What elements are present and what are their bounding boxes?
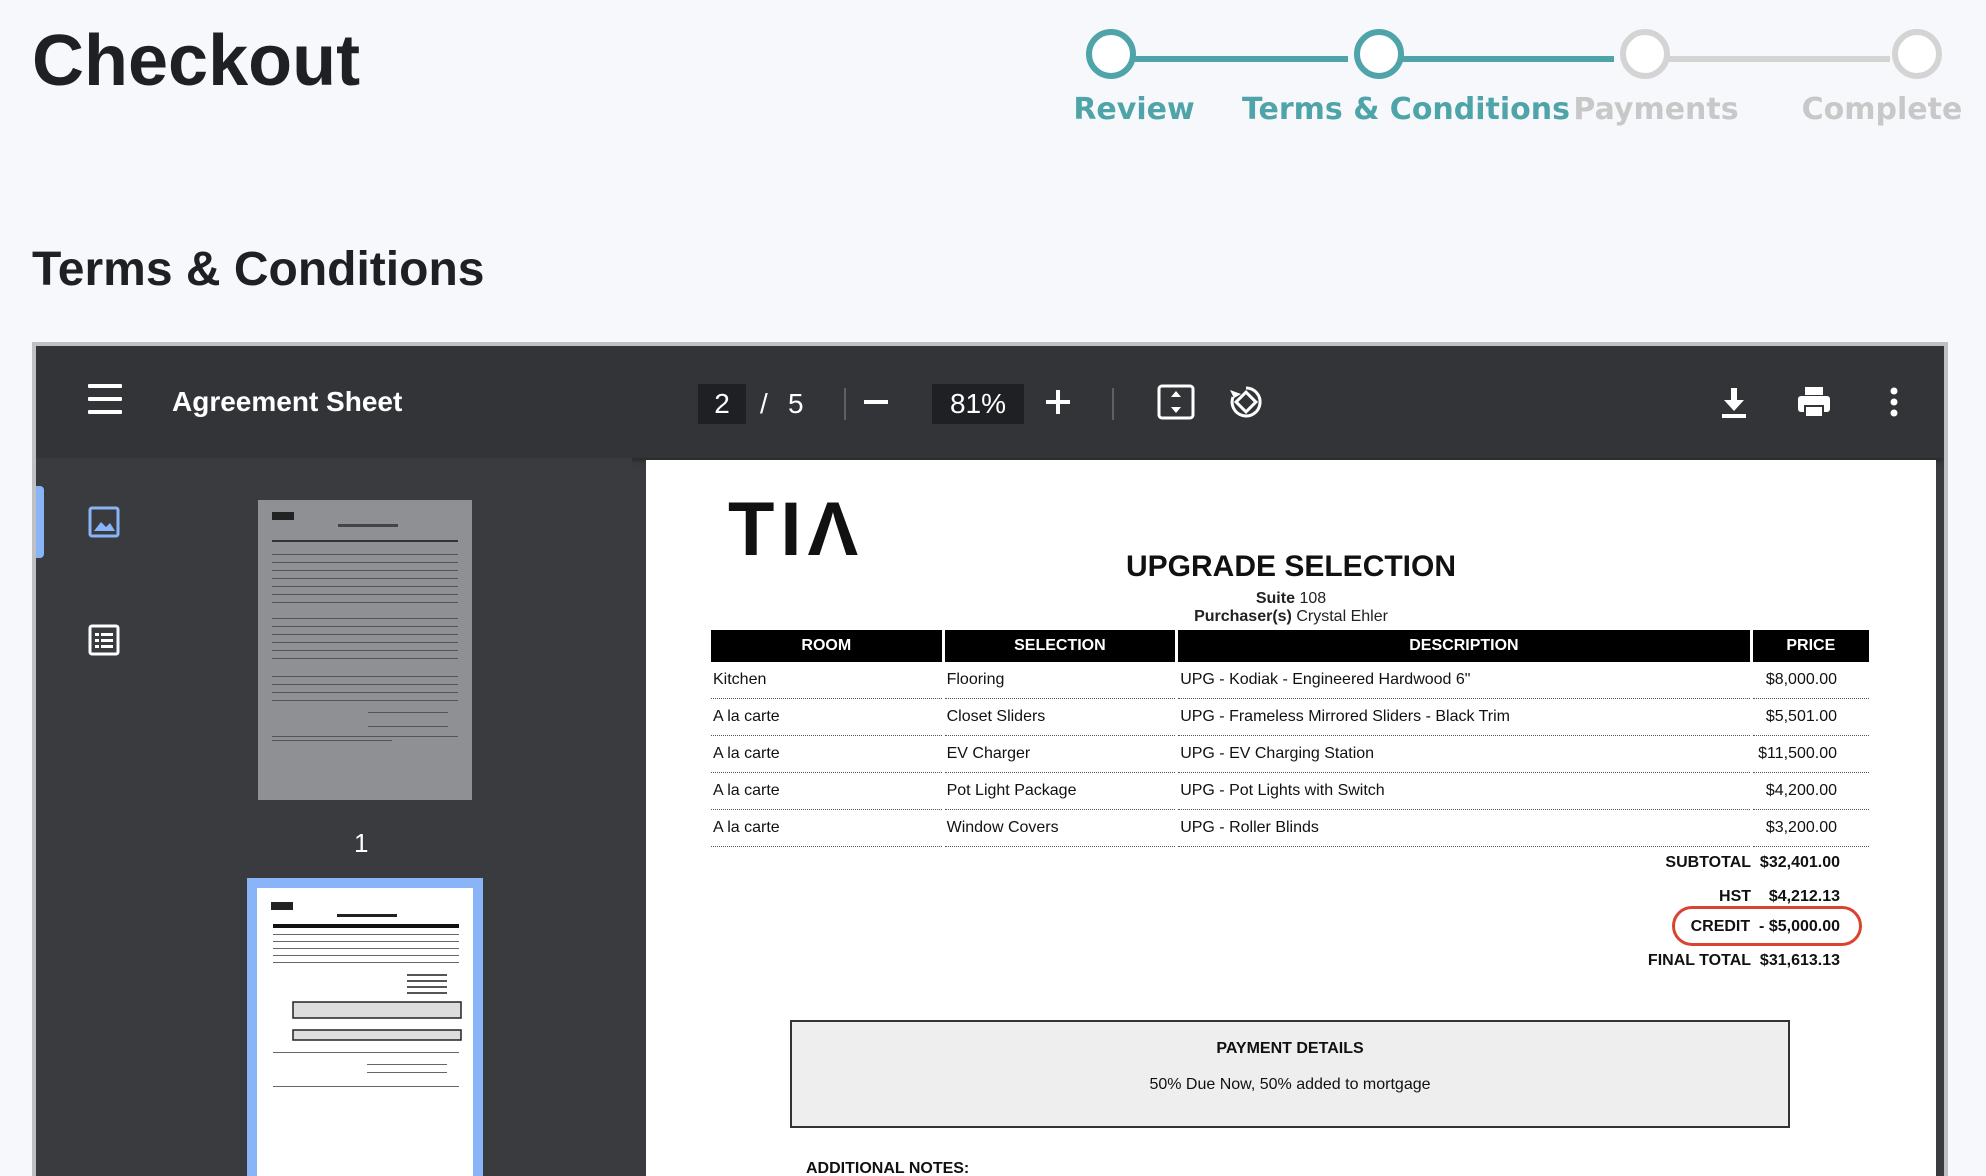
document-heading: UPGRADE SELECTION bbox=[1125, 550, 1457, 583]
menu-icon[interactable] bbox=[88, 384, 122, 414]
outline-icon[interactable] bbox=[86, 622, 122, 658]
pdf-page: TIΛ UPGRADE SELECTION Suite 108 Purchase… bbox=[646, 460, 1936, 1176]
zoom-out-icon[interactable] bbox=[854, 380, 898, 424]
step-circle-complete bbox=[1892, 29, 1942, 79]
cell-description: UPG - Pot Lights with Switch bbox=[1178, 773, 1750, 810]
checkout-stepper: Review Terms & Conditions Payments Compl… bbox=[1073, 24, 1963, 134]
page-title: Checkout bbox=[32, 21, 361, 101]
step-connector bbox=[1130, 56, 1348, 62]
subtotal-line: SUBTOTAL $32,401.00 bbox=[1665, 854, 1840, 872]
column-header-description: DESCRIPTION bbox=[1178, 630, 1750, 662]
hst-line: HST $4,212.13 bbox=[1719, 888, 1840, 906]
toolbar-divider bbox=[844, 388, 846, 420]
column-header-price: PRICE bbox=[1752, 630, 1869, 662]
document-title: Agreement Sheet bbox=[172, 386, 403, 417]
page-thumbnail-2 bbox=[257, 888, 473, 1176]
purchaser-value: Crystal Ehler bbox=[1296, 608, 1388, 625]
cell-description: UPG - Kodiak - Engineered Hardwood 6" bbox=[1178, 662, 1750, 699]
page-total: 5 bbox=[788, 388, 804, 419]
step-connector bbox=[1398, 56, 1614, 62]
table-row: A la carte Window Covers UPG - Roller Bl… bbox=[711, 810, 1869, 847]
cell-price: $5,501.00 bbox=[1752, 699, 1869, 736]
page-thumbnail-preview bbox=[271, 902, 462, 1087]
fit-page-icon[interactable] bbox=[1154, 380, 1198, 424]
cell-room: A la carte bbox=[711, 810, 942, 847]
column-header-room: ROOM bbox=[711, 630, 942, 662]
thumbnail-sidebar: 1 bbox=[36, 458, 632, 1176]
step-label-review[interactable]: Review bbox=[1073, 92, 1194, 127]
more-vert-icon[interactable] bbox=[1872, 380, 1916, 424]
step-circle-review[interactable] bbox=[1086, 29, 1136, 79]
cell-description: UPG - EV Charging Station bbox=[1178, 736, 1750, 773]
hst-value: $4,212.13 bbox=[1768, 888, 1840, 905]
cell-selection: Flooring bbox=[944, 662, 1176, 699]
toolbar-divider bbox=[1112, 388, 1114, 420]
page-thumbnail-1[interactable] bbox=[258, 500, 472, 800]
cell-selection: EV Charger bbox=[944, 736, 1176, 773]
payment-details-text: 50% Due Now, 50% added to mortgage bbox=[1149, 1076, 1431, 1093]
step-label-terms[interactable]: Terms & Conditions bbox=[1242, 92, 1570, 127]
pdf-viewer: Agreement Sheet 2 / 5 81% 1 TIΛ UPGRADE … bbox=[32, 342, 1948, 1176]
zoom-level-input[interactable]: 81% bbox=[932, 384, 1024, 424]
cell-room: A la carte bbox=[711, 736, 942, 773]
rotate-icon[interactable] bbox=[1224, 380, 1268, 424]
download-icon[interactable] bbox=[1712, 380, 1756, 424]
column-header-selection: SELECTION bbox=[944, 630, 1176, 662]
suite-value: 108 bbox=[1299, 590, 1327, 607]
table-row: A la carte EV Charger UPG - EV Charging … bbox=[711, 736, 1869, 773]
page-thumbnail-2-selected[interactable] bbox=[247, 878, 483, 1176]
step-circle-payments bbox=[1620, 29, 1670, 79]
cell-price: $8,000.00 bbox=[1752, 662, 1869, 699]
thumbnail-page-number: 1 bbox=[354, 828, 369, 858]
page-number-input[interactable]: 2 bbox=[698, 384, 746, 424]
table-row: Kitchen Flooring UPG - Kodiak - Engineer… bbox=[711, 662, 1869, 699]
purchaser-line: Purchaser(s) Crystal Ehler bbox=[646, 608, 1936, 626]
table-header-row: ROOM SELECTION DESCRIPTION PRICE bbox=[711, 630, 1869, 662]
page-thumbnail-preview bbox=[272, 512, 458, 741]
cell-selection: Closet Sliders bbox=[944, 699, 1176, 736]
step-label-complete: Complete bbox=[1801, 92, 1963, 127]
credit-label: CREDIT bbox=[1690, 918, 1751, 935]
subtotal-label: SUBTOTAL bbox=[1665, 854, 1752, 871]
additional-notes-label: ADDITIONAL NOTES: bbox=[806, 1160, 970, 1176]
zoom-in-icon[interactable] bbox=[1036, 380, 1080, 424]
page-separator: / bbox=[760, 388, 768, 419]
cell-selection: Window Covers bbox=[944, 810, 1176, 847]
subtotal-value: $32,401.00 bbox=[1759, 854, 1840, 871]
section-title: Terms & Conditions bbox=[32, 243, 485, 296]
sidebar-active-indicator bbox=[36, 486, 44, 558]
payment-details-title: PAYMENT DETAILS bbox=[1216, 1040, 1364, 1057]
cell-room: A la carte bbox=[711, 773, 942, 810]
cell-price: $4,200.00 bbox=[1752, 773, 1869, 810]
final-total-label: FINAL TOTAL bbox=[1647, 952, 1752, 969]
cell-price: $11,500.00 bbox=[1752, 736, 1869, 773]
print-icon[interactable] bbox=[1792, 380, 1836, 424]
final-total-value: $31,613.13 bbox=[1759, 952, 1840, 969]
hst-label: HST bbox=[1719, 888, 1752, 905]
cell-description: UPG - Roller Blinds bbox=[1178, 810, 1750, 847]
step-label-payments: Payments bbox=[1573, 92, 1739, 127]
cell-room: A la carte bbox=[711, 699, 942, 736]
thumbnails-icon[interactable] bbox=[86, 504, 122, 540]
credit-line: CREDIT - $5,000.00 bbox=[1691, 918, 1840, 936]
purchaser-label: Purchaser(s) bbox=[1194, 608, 1292, 625]
table-row: A la carte Pot Light Package UPG - Pot L… bbox=[711, 773, 1869, 810]
payment-details-box: PAYMENT DETAILS 50% Due Now, 50% added t… bbox=[790, 1020, 1790, 1128]
suite-line: Suite 108 bbox=[646, 590, 1936, 608]
step-circle-terms[interactable] bbox=[1354, 29, 1404, 79]
final-total-line: FINAL TOTAL $31,613.13 bbox=[1648, 952, 1840, 970]
upgrade-table: ROOM SELECTION DESCRIPTION PRICE Kitchen… bbox=[708, 630, 1872, 847]
credit-value: - $5,000.00 bbox=[1759, 918, 1840, 935]
pdf-toolbar: Agreement Sheet 2 / 5 81% bbox=[36, 346, 1944, 458]
cell-room: Kitchen bbox=[711, 662, 942, 699]
cell-price: $3,200.00 bbox=[1752, 810, 1869, 847]
suite-label: Suite bbox=[1255, 590, 1295, 607]
table-row: A la carte Closet Sliders UPG - Frameles… bbox=[711, 699, 1869, 736]
step-connector bbox=[1664, 56, 1890, 62]
cell-description: UPG - Frameless Mirrored Sliders - Black… bbox=[1178, 699, 1750, 736]
cell-selection: Pot Light Package bbox=[944, 773, 1176, 810]
